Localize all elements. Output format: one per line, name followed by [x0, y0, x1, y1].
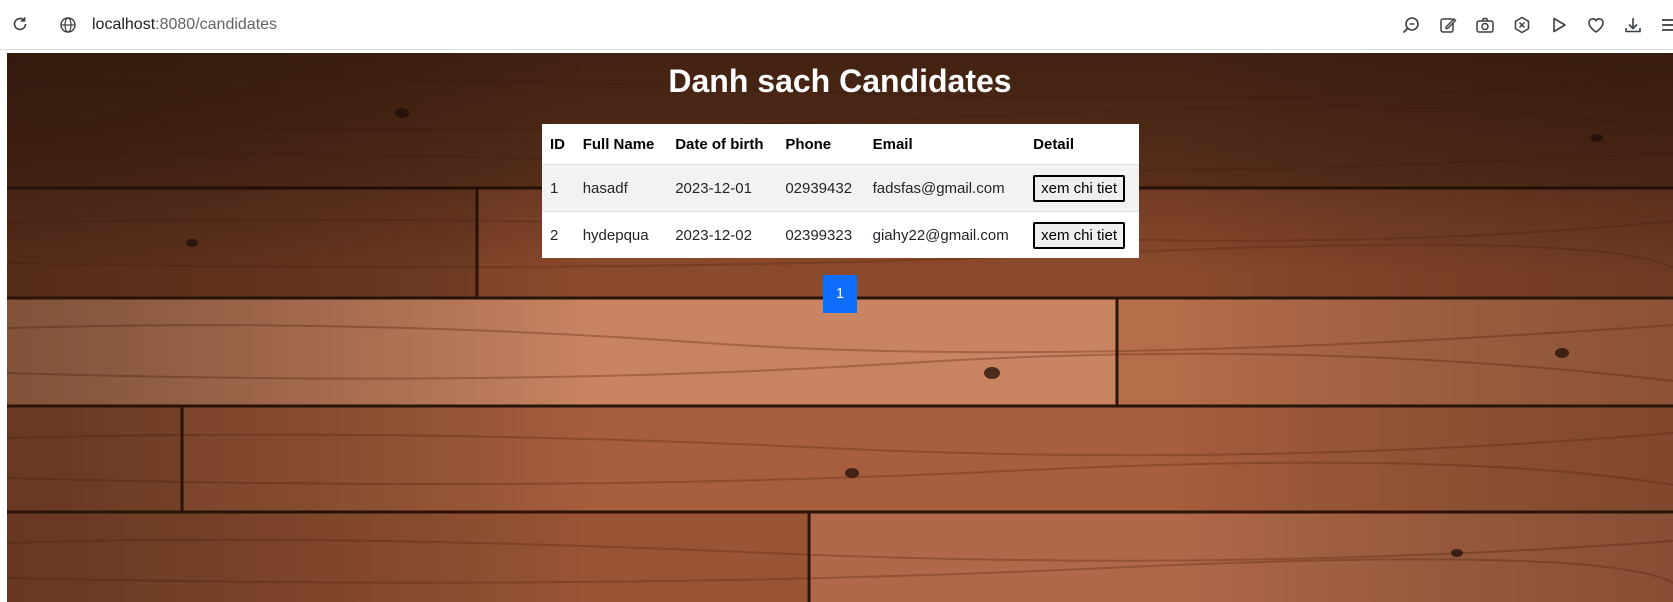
address-bar[interactable]: localhost:8080/candidates	[92, 13, 277, 37]
reload-icon[interactable]	[11, 15, 29, 33]
zoom-icon[interactable]	[1400, 14, 1422, 36]
download-icon[interactable]	[1622, 14, 1644, 36]
page-title: Danh sach Candidates	[668, 63, 1012, 99]
page-viewport: Danh sach Candidates ID Full Name Date o…	[7, 53, 1673, 602]
table-row: 2 hydepqua 2023-12-02 02399323 giahy22@g…	[542, 211, 1139, 258]
cell-phone: 02399323	[777, 211, 865, 258]
table-row: 1 hasadf 2023-12-01 02939432 fadsfas@gma…	[542, 164, 1139, 212]
edit-icon[interactable]	[1437, 14, 1459, 36]
cell-dob: 2023-12-01	[667, 164, 778, 212]
column-header-full-name: Full Name	[574, 124, 668, 165]
cell-id: 2	[542, 211, 575, 258]
column-header-detail: Detail	[1025, 124, 1139, 165]
cell-email: giahy22@gmail.com	[864, 211, 1026, 258]
column-header-phone: Phone	[777, 124, 865, 165]
url-host: localhost	[92, 16, 156, 33]
cell-full-name: hasadf	[574, 164, 668, 212]
camera-icon[interactable]	[1474, 14, 1496, 36]
url-path: :8080/candidates	[155, 16, 278, 33]
menu-icon[interactable]	[1659, 14, 1673, 36]
browser-toolbar: localhost:8080/candidates	[0, 0, 1673, 50]
cell-phone: 02939432	[777, 164, 865, 212]
cell-email: fadsfas@gmail.com	[864, 164, 1026, 212]
column-header-id: ID	[542, 124, 575, 165]
toolbar-icons	[1400, 14, 1673, 36]
pagination: 1	[823, 275, 857, 313]
heart-icon[interactable]	[1585, 14, 1607, 36]
cell-full-name: hydepqua	[574, 211, 668, 258]
table-header-row: ID Full Name Date of birth Phone Email D…	[542, 124, 1139, 165]
cell-detail: xem chi tiet	[1025, 164, 1139, 212]
pagination-page-1[interactable]: 1	[823, 275, 857, 313]
cell-detail: xem chi tiet	[1025, 211, 1139, 258]
globe-icon[interactable]	[59, 16, 77, 34]
close-circle-icon[interactable]	[1511, 14, 1533, 36]
cell-dob: 2023-12-02	[667, 211, 778, 258]
cell-id: 1	[542, 164, 575, 212]
play-icon[interactable]	[1548, 14, 1570, 36]
candidates-table-container: ID Full Name Date of birth Phone Email D…	[542, 124, 1139, 258]
view-detail-button[interactable]: xem chi tiet	[1033, 174, 1125, 202]
column-header-email: Email	[864, 124, 1026, 165]
candidates-table: ID Full Name Date of birth Phone Email D…	[542, 124, 1139, 258]
column-header-dob: Date of birth	[667, 124, 778, 165]
view-detail-button[interactable]: xem chi tiet	[1033, 221, 1125, 249]
